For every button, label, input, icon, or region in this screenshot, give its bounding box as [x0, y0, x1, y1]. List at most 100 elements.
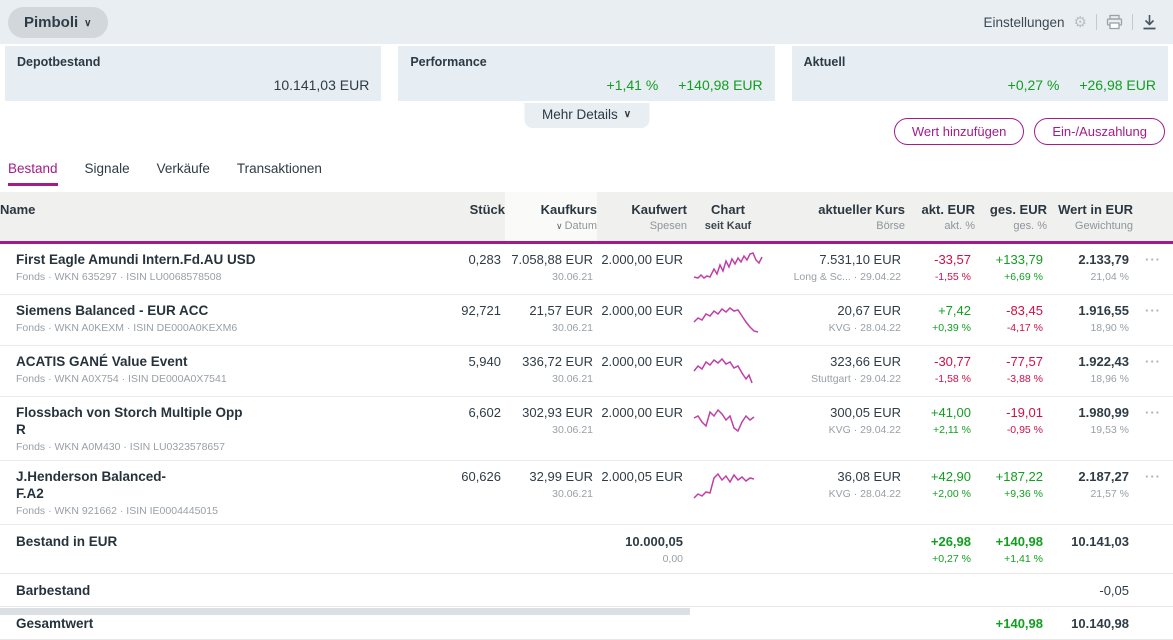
- printer-icon[interactable]: [1106, 14, 1123, 30]
- col-stueck[interactable]: Stück: [445, 202, 505, 217]
- summary-label: Barbestand: [16, 582, 445, 599]
- col-kaufwert[interactable]: Kaufwert: [597, 202, 687, 217]
- col-wert-sub: Gewichtung: [1047, 220, 1133, 232]
- portfolio-selector[interactable]: Pimboli ∨: [8, 7, 108, 38]
- cell-akt-eur: +7,42+0,39 %: [905, 302, 975, 335]
- summary-cell-wert: 10.140,98: [1047, 615, 1133, 632]
- gear-icon[interactable]: ⚙: [1074, 13, 1087, 31]
- summary-label: Bestand in EUR: [16, 533, 445, 550]
- more-details-toggle[interactable]: Mehr Details ∨: [524, 103, 649, 128]
- cell-akt-eur: +42,90+2,00 %: [905, 468, 975, 501]
- cell-kaufkurs: 336,72 EUR30.06.21: [505, 353, 597, 386]
- fund-name[interactable]: J.Henderson Balanced- F.A2: [16, 468, 445, 502]
- cell-kaufwert: 2.000,05 EUR: [597, 468, 687, 485]
- tab-verkaeufe[interactable]: Verkäufe: [157, 161, 210, 186]
- cell-aktueller-kurs: 300,05 EURKVG · 29.04.22: [769, 404, 905, 437]
- cell-stueck: 0,283: [445, 251, 505, 268]
- divider: [1096, 14, 1097, 30]
- table-row[interactable]: J.Henderson Balanced- F.A2 Fonds · WKN 92…: [0, 461, 1173, 525]
- col-name[interactable]: Name: [0, 202, 445, 217]
- cell-aktueller-kurs: 36,08 EURKVG · 28.04.22: [769, 468, 905, 501]
- col-chart[interactable]: Chart: [687, 202, 769, 217]
- fund-details: Fonds · WKN A0M430 · ISIN LU0323578657: [16, 441, 445, 454]
- summary-cell-wert: -0,05: [1047, 582, 1133, 599]
- row-menu-button[interactable]: ···: [1133, 468, 1173, 485]
- sparkline-chart: [687, 251, 769, 288]
- cell-wert: 1.922,4318,96 %: [1047, 353, 1133, 386]
- summary-cell-wert: 10.141,03: [1047, 533, 1133, 550]
- summary-cell-kaufwert: 10.000,050,00: [597, 533, 687, 566]
- settings-label[interactable]: Einstellungen: [983, 15, 1064, 30]
- table-row[interactable]: First Eagle Amundi Intern.Fd.AU USD Fonds…: [0, 244, 1173, 295]
- fund-details: Fonds · WKN 921662 · ISIN IE0004445015: [16, 505, 445, 518]
- table-row[interactable]: Siemens Balanced - EUR ACCFonds · WKN A0…: [0, 295, 1173, 346]
- table-header: Name Stück Kaufkurs ∨Datum Kaufwert Spes…: [0, 192, 1173, 241]
- sparkline-chart: [687, 302, 769, 339]
- row-menu-button[interactable]: ···: [1133, 404, 1173, 421]
- cell-kaufkurs: 21,57 EUR30.06.21: [505, 302, 597, 335]
- cell-kaufwert: 2.000,00 EUR: [597, 302, 687, 319]
- row-menu-button[interactable]: ···: [1133, 251, 1173, 268]
- col-kaufkurs[interactable]: Kaufkurs: [505, 202, 597, 217]
- table-row[interactable]: Flossbach von Storch Multiple Opp R Fonds…: [0, 397, 1173, 461]
- tab-bestand[interactable]: Bestand: [8, 161, 58, 186]
- table-body: First Eagle Amundi Intern.Fd.AU USD Fonds…: [0, 241, 1173, 525]
- card-performance: Performance +1,41 % +140,98 EUR: [398, 46, 774, 101]
- cell-aktueller-kurs: 20,67 EURKVG · 28.04.22: [769, 302, 905, 335]
- sparkline-chart: [687, 353, 769, 390]
- fund-details: Fonds · WKN 635297 · ISIN LU0068578508: [16, 271, 445, 284]
- col-ges-eur[interactable]: ges. EUR: [975, 202, 1047, 217]
- sparkline-chart: [687, 468, 769, 505]
- cell-ges-eur: -83,45-4,17 %: [975, 302, 1047, 335]
- fund-name[interactable]: Flossbach von Storch Multiple Opp R: [16, 404, 445, 438]
- card-label: Performance: [410, 55, 762, 69]
- summary-cell-akt: +26,98+0,27 %: [905, 533, 975, 566]
- cell-aktueller-kurs: 7.531,10 EURLong & Sc... · 29.04.22: [769, 251, 905, 284]
- col-akt-eur[interactable]: akt. EUR: [905, 202, 975, 217]
- cell-stueck: 92,721: [445, 302, 505, 319]
- col-kaufkurs-sub[interactable]: Datum: [565, 220, 597, 232]
- cell-wert: 2.187,2721,57 %: [1047, 468, 1133, 501]
- chevron-down-icon: ∨: [624, 109, 631, 120]
- cell-stueck: 5,940: [445, 353, 505, 370]
- cell-ges-eur: -77,57-3,88 %: [975, 353, 1047, 386]
- sparkline-chart: [687, 404, 769, 441]
- fund-name[interactable]: First Eagle Amundi Intern.Fd.AU USD: [16, 251, 445, 268]
- payment-button[interactable]: Ein-/Auszahlung: [1034, 118, 1165, 145]
- summary-cards: Depotbestand 10.141,03 EUR Performance +…: [0, 44, 1173, 103]
- cell-ges-eur: -19,01-0,95 %: [975, 404, 1047, 437]
- cell-ges-eur: +187,22+9,36 %: [975, 468, 1047, 501]
- chevron-down-icon: ∨: [84, 18, 91, 29]
- more-details-label: Mehr Details: [542, 107, 618, 122]
- bottom-partial-strip: [0, 608, 690, 615]
- card-label: Aktuell: [804, 55, 1156, 69]
- cell-stueck: 60,626: [445, 468, 505, 485]
- topbar: Pimboli ∨ Einstellungen ⚙: [0, 0, 1173, 44]
- card-value: 10.141,03 EUR: [17, 77, 369, 93]
- download-icon[interactable]: [1142, 14, 1157, 30]
- summary-row: Barbestand -0,05: [0, 574, 1173, 607]
- table-row[interactable]: ACATIS GANÉ Value EventFonds · WKN A0X75…: [0, 346, 1173, 397]
- col-chart-sub: seit Kauf: [687, 220, 769, 232]
- cell-wert: 1.916,5518,90 %: [1047, 302, 1133, 335]
- add-value-button[interactable]: Wert hinzufügen: [894, 118, 1024, 145]
- tab-signale[interactable]: Signale: [85, 161, 130, 186]
- fund-name[interactable]: ACATIS GANÉ Value Event: [16, 353, 445, 370]
- col-wert[interactable]: Wert in EUR: [1047, 202, 1133, 217]
- tab-transaktionen[interactable]: Transaktionen: [237, 161, 322, 186]
- cell-kaufkurs: 7.058,88 EUR30.06.21: [505, 251, 597, 284]
- row-menu-button[interactable]: ···: [1133, 353, 1173, 370]
- divider: [1132, 14, 1133, 30]
- cell-kaufwert: 2.000,00 EUR: [597, 251, 687, 268]
- fund-name[interactable]: Siemens Balanced - EUR ACC: [16, 302, 445, 319]
- row-menu-button[interactable]: ···: [1133, 302, 1173, 319]
- col-kurs[interactable]: aktueller Kurs: [769, 202, 905, 217]
- card-value: +26,98 EUR: [1079, 77, 1156, 93]
- cell-kaufwert: 2.000,00 EUR: [597, 353, 687, 370]
- cell-kaufkurs: 302,93 EUR30.06.21: [505, 404, 597, 437]
- card-percent: +0,27 %: [1008, 77, 1060, 93]
- sort-descending-icon: ∨: [556, 221, 563, 231]
- cell-ges-eur: +133,79+6,69 %: [975, 251, 1047, 284]
- cell-akt-eur: -30,77-1,58 %: [905, 353, 975, 386]
- card-depotbestand: Depotbestand 10.141,03 EUR: [5, 46, 381, 101]
